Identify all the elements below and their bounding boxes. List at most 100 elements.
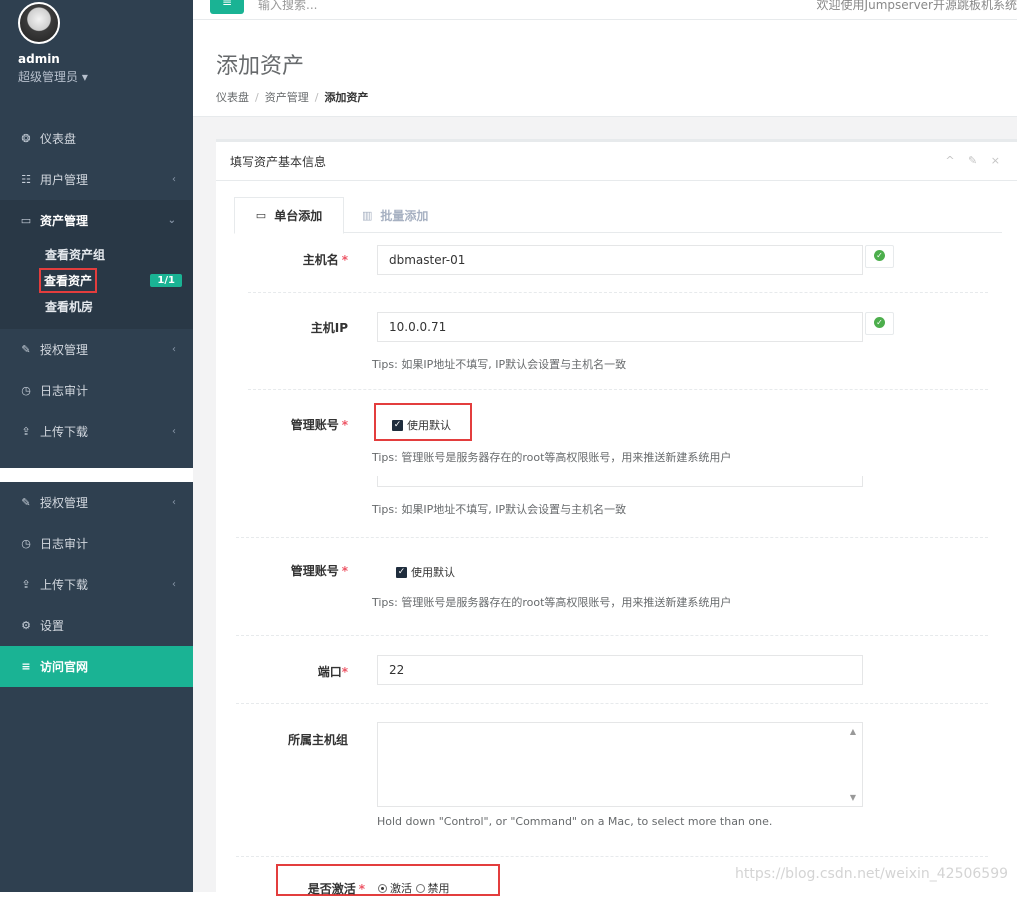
submenu-idc[interactable]: 查看机房 (0, 293, 193, 319)
use-default-checkbox[interactable]: ✓ 使用默认 (392, 417, 451, 433)
sidebar-item-logs[interactable]: ◷ 日志审计 (0, 523, 193, 564)
laptop-icon: ▭ (20, 214, 32, 227)
panel-tools[interactable]: ^ ✎ × (945, 154, 1005, 167)
page-heading: 添加资产 仪表盘 / 资产管理 / 添加资产 (193, 31, 1017, 117)
chevron-left-icon: ‹ (172, 426, 176, 437)
valid-check-icon (865, 312, 894, 335)
breadcrumb-dashboard[interactable]: 仪表盘 (216, 91, 249, 104)
sidebar-item-label: 日志审计 (40, 537, 89, 551)
use-default-checkbox[interactable]: ✓ 使用默认 (396, 564, 455, 580)
users-icon: ☷ (21, 173, 31, 186)
group-multiselect[interactable]: ▲ ▼ (377, 722, 863, 807)
checkbox-checked-icon: ✓ (396, 566, 407, 578)
sidebar-top: admin 超级管理员 ▾ ❂ 仪表盘 ☷ 用户管理 ‹ ▭ 资产管理 ⌄ 查看… (0, 0, 193, 468)
sidebar-item-settings[interactable]: ⚙ 设置 (0, 605, 193, 646)
breadcrumb-current: 添加资产 (324, 91, 369, 104)
account-label: 管理账号 * (290, 418, 348, 432)
add-mode-tabs: ▭ 单台添加 ▥ 批量添加 (234, 197, 1002, 234)
sidebar-item-label: 授权管理 (40, 343, 89, 357)
sidebar-item-label: 仪表盘 (40, 132, 77, 146)
scroll-down-icon[interactable]: ▼ (850, 793, 856, 802)
sidebar-item-official-site[interactable]: ≡ 访问官网 (0, 646, 193, 687)
chevron-left-icon: ‹ (172, 497, 176, 508)
edit-icon: ✎ (21, 496, 31, 509)
breadcrumb-assets[interactable]: 资产管理 (265, 91, 309, 104)
account-label: 管理账号 * (290, 564, 348, 578)
upload-icon: ⇪ (21, 578, 31, 591)
divider (236, 537, 988, 538)
sidebar-item-label: 访问官网 (40, 660, 89, 674)
welcome-message: 欢迎使用Jumpserver开源跳板机系统 (816, 0, 1017, 12)
radio-label: 禁用 (427, 882, 450, 895)
chevron-left-icon: ‹ (172, 174, 176, 185)
profile-role-label: 超级管理员 (18, 70, 79, 84)
chevron-left-icon: ‹ (172, 579, 176, 590)
checkbox-checked-icon: ✓ (392, 419, 403, 431)
tab-single-add[interactable]: ▭ 单台添加 (234, 197, 344, 234)
sidebar-item-label: 授权管理 (40, 496, 89, 510)
group-label: 所属主机组 (287, 733, 348, 747)
radio-disabled[interactable]: 禁用 (415, 882, 450, 895)
top-navbar: ≡ 输入搜索... 欢迎使用Jumpserver开源跳板机系统 (193, 0, 1017, 20)
sidebar-bottom: ✎ 授权管理 ‹ ◷ 日志审计 ⇪ 上传下载 ‹ ⚙ 设置 ≡ 访问官网 (0, 482, 193, 892)
profile-role-dropdown[interactable]: 超级管理员 ▾ (18, 68, 193, 85)
sidebar-item-dashboard[interactable]: ❂ 仪表盘 (0, 118, 193, 159)
content-gutter (193, 139, 216, 892)
sidebar-item-upload[interactable]: ⇪ 上传下载 ‹ (0, 411, 193, 452)
search-input[interactable]: 输入搜索... (258, 0, 317, 13)
content-gap (193, 117, 1017, 139)
sidebar-item-upload[interactable]: ⇪ 上传下载 ‹ (0, 564, 193, 605)
watermark: https://blog.csdn.net/weixin_42506599 (735, 866, 1009, 882)
tab-bulk-add[interactable]: ▥ 批量添加 (362, 197, 428, 234)
profile: admin 超级管理员 ▾ (0, 0, 193, 118)
ip-tips: Tips: 如果IP地址不填写, IP默认会设置与主机名一致 (372, 358, 627, 371)
ip-input[interactable]: 10.0.0.71 (377, 312, 863, 342)
panel-header: 填写资产基本信息 ^ ✎ × (216, 142, 1017, 181)
chevron-left-icon: ‹ (172, 344, 176, 355)
bar-chart-icon: ▥ (362, 209, 373, 222)
sidebar-item-logs[interactable]: ◷ 日志审计 (0, 370, 193, 411)
account-tips: Tips: 管理账号是服务器存在的root等高权限账号，用来推送新建系统用户 (372, 451, 732, 464)
asset-submenu: 查看资产组 查看资产 1/1 查看机房 (0, 241, 193, 329)
active-label: 是否激活 * (307, 882, 365, 896)
checkbox-label: 使用默认 (407, 419, 451, 432)
sidebar-item-assets[interactable]: ▭ 资产管理 ⌄ (0, 200, 193, 241)
history-icon: ◷ (21, 384, 31, 397)
laptop-icon: ▭ (255, 209, 267, 222)
divider (248, 389, 988, 390)
submenu-assets[interactable]: 查看资产 1/1 (0, 267, 193, 293)
checkbox-label: 使用默认 (411, 566, 455, 579)
ip-tips: Tips: 如果IP地址不填写, IP默认会设置与主机名一致 (372, 503, 627, 516)
menu-toggle-button[interactable]: ≡ (210, 0, 244, 14)
page-title: 添加资产 (216, 54, 305, 79)
port-input[interactable]: 22 (377, 655, 863, 685)
sidebar-item-label: 用户管理 (40, 173, 89, 187)
scroll-up-icon[interactable]: ▲ (850, 727, 856, 736)
account-tips: Tips: 管理账号是服务器存在的root等高权限账号，用来推送新建系统用户 (372, 596, 732, 609)
panel-title: 填写资产基本信息 (230, 155, 327, 169)
avatar[interactable] (18, 2, 60, 44)
breadcrumb: 仪表盘 / 资产管理 / 添加资产 (216, 91, 369, 104)
sidebar-item-users[interactable]: ☷ 用户管理 ‹ (0, 159, 193, 200)
divider (236, 703, 988, 704)
hostname-input[interactable]: dbmaster-01 (377, 245, 863, 275)
valid-check-icon (865, 245, 894, 268)
sidebar-item-perms[interactable]: ✎ 授权管理 ‹ (0, 482, 193, 523)
profile-name: admin (18, 52, 60, 66)
edit-icon: ✎ (21, 343, 31, 356)
database-icon: ≡ (21, 660, 31, 673)
divider (248, 292, 988, 293)
submenu-asset-groups[interactable]: 查看资产组 (0, 241, 193, 267)
sidebar-item-label: 上传下载 (40, 425, 89, 439)
sidebar-item-label: 日志审计 (40, 384, 89, 398)
tab-label: 批量添加 (380, 209, 429, 223)
sidebar-item-label: 设置 (40, 619, 65, 633)
input-fragment (377, 476, 863, 487)
submenu-label: 查看机房 (45, 299, 94, 314)
port-label: 端口* (317, 665, 348, 679)
radio-active[interactable]: 激活 (378, 882, 412, 895)
sidebar-item-perms[interactable]: ✎ 授权管理 ‹ (0, 329, 193, 370)
sidebar-item-label: 上传下载 (40, 578, 89, 592)
hostname-label: 主机名 * (302, 253, 348, 267)
group-tips: Hold down "Control", or "Command" on a M… (377, 815, 773, 828)
